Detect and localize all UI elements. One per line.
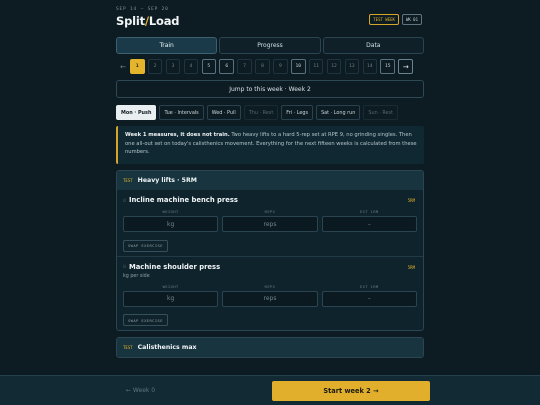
reps-column: REPS reps (222, 284, 318, 307)
header-badges: TEST WEEK WK 01 (369, 14, 422, 25)
brand-right: Load (148, 14, 180, 28)
week-number-badge: WK 01 (401, 14, 422, 25)
drag-handle-icon[interactable]: ⠿ (123, 198, 126, 203)
swap-exercise-button[interactable]: SWAP EXERCISE (123, 239, 168, 252)
est-1rm-header: EST 1RM (360, 210, 379, 214)
week-button-5[interactable]: 5 (201, 59, 217, 74)
est-1rm-value: – (321, 216, 417, 232)
prev-week-arrow-icon[interactable]: ← (116, 63, 130, 71)
day-tab-fri[interactable]: Fri · Legs (281, 105, 314, 120)
tab-train[interactable]: Train (116, 37, 218, 54)
exercise-name: Machine shoulder press (128, 262, 221, 271)
weight-column: WEIGHT kg (123, 284, 219, 307)
section-title: Calisthenics max (137, 344, 197, 351)
week-button-4[interactable]: 4 (183, 59, 199, 74)
drag-handle-icon[interactable]: ⠿ (123, 264, 126, 269)
calisthenics-section: TEST Calisthenics max (116, 337, 424, 358)
week-button-2[interactable]: 2 (147, 59, 163, 74)
day-tab-thu[interactable]: Thu · Rest (243, 105, 279, 120)
app-header: SEP 14 – SEP 20 Split/Load TEST WEEK WK … (116, 0, 424, 34)
section-tag: TEST (123, 178, 133, 183)
reps-column: REPS reps (222, 210, 318, 232)
weight-header: WEIGHT (162, 284, 179, 289)
swap-exercise-button[interactable]: SWAP EXERCISE (123, 314, 168, 326)
weight-input[interactable]: kg (123, 216, 219, 232)
reps-header: REPS (264, 284, 276, 289)
week-note: Week 1 measures, it does not train. Two … (116, 126, 424, 164)
main-tabs: Train Progress Data (116, 37, 424, 54)
weight-input[interactable]: kg (123, 290, 219, 307)
note-bold: Week 1 measures, it does not train. (125, 132, 230, 138)
week-button-14[interactable]: 14 (362, 59, 378, 74)
exercise-card: ⠿ Machine shoulder press 5RM kg per side… (117, 255, 423, 331)
weight-header: WEIGHT (162, 210, 179, 214)
week-button-11[interactable]: 11 (308, 59, 324, 74)
section-tag: TEST (123, 345, 133, 350)
next-week-arrow-icon[interactable]: → (398, 59, 414, 74)
week-button-1[interactable]: 1 (130, 59, 145, 74)
test-week-badge: TEST WEEK (369, 14, 399, 25)
rm-label: 5RM (407, 264, 415, 270)
section-header: TEST Calisthenics max (117, 338, 423, 357)
section-title: Heavy lifts · 5RM (137, 177, 197, 184)
exercise-header: ⠿ Machine shoulder press (123, 263, 417, 271)
reps-input[interactable]: reps (222, 216, 318, 232)
exercise-subtitle: kg per side (123, 273, 150, 279)
previous-week-button[interactable]: ← Week 0 (126, 387, 155, 394)
day-tab-sun[interactable]: Sun · Rest (363, 105, 398, 120)
day-tab-mon[interactable]: Mon · Push (116, 105, 157, 120)
section-header: TEST Heavy lifts · 5RM (117, 171, 423, 190)
app-container: SEP 14 – SEP 20 Split/Load TEST WEEK WK … (116, 0, 424, 358)
week-button-9[interactable]: 9 (273, 59, 288, 74)
week-button-13[interactable]: 13 (344, 59, 360, 74)
week-button-12[interactable]: 12 (326, 59, 342, 74)
week-button-10[interactable]: 10 (291, 59, 306, 74)
jump-to-week-button[interactable]: Jump to this week · Week 2 (116, 80, 424, 98)
start-week-button[interactable]: Start week 2 → (272, 381, 430, 401)
footer-bar: ← Week 0 Start week 2 → (0, 375, 540, 405)
est-column: EST 1RM – (321, 210, 417, 232)
exercise-name: Incline machine bench press (128, 196, 238, 204)
week-selector: ← 1 2 3 4 5 6 7 8 9 10 11 12 13 14 15 → (116, 58, 424, 75)
est-column: EST 1RM – (321, 284, 417, 307)
week-button-8[interactable]: 8 (255, 59, 270, 74)
tab-data[interactable]: Data (322, 37, 424, 54)
day-tabs: Mon · Push Tue · Intervals Wed · Pull Th… (116, 105, 424, 120)
reps-header: REPS (264, 210, 276, 214)
reps-input[interactable]: reps (222, 290, 318, 307)
exercise-header: ⠿ Incline machine bench press (123, 196, 417, 204)
day-tab-sat[interactable]: Sat · Long run (316, 105, 361, 120)
exercise-inputs: WEIGHT kg REPS reps EST 1RM – (123, 210, 417, 232)
week-button-7[interactable]: 7 (237, 59, 252, 74)
brand-left: Split (116, 14, 145, 28)
day-tab-tue[interactable]: Tue · Intervals (159, 105, 204, 120)
weight-column: WEIGHT kg (123, 210, 219, 232)
rm-label: 5RM (407, 198, 415, 203)
date-range: SEP 14 – SEP 20 (116, 7, 169, 12)
week-button-15[interactable]: 15 (380, 59, 395, 74)
day-tab-wed[interactable]: Wed · Pull (206, 105, 241, 120)
heavy-lifts-section: TEST Heavy lifts · 5RM ⠿ Incline machine… (116, 170, 424, 331)
week-button-3[interactable]: 3 (165, 59, 181, 74)
tab-progress[interactable]: Progress (219, 37, 321, 54)
exercise-card: ⠿ Incline machine bench press 5RM WEIGHT… (117, 190, 423, 256)
est-1rm-header: EST 1RM (360, 284, 379, 289)
week-button-6[interactable]: 6 (219, 59, 234, 74)
exercise-inputs: WEIGHT kg REPS reps EST 1RM – (123, 285, 417, 307)
est-1rm-value: – (321, 290, 417, 307)
